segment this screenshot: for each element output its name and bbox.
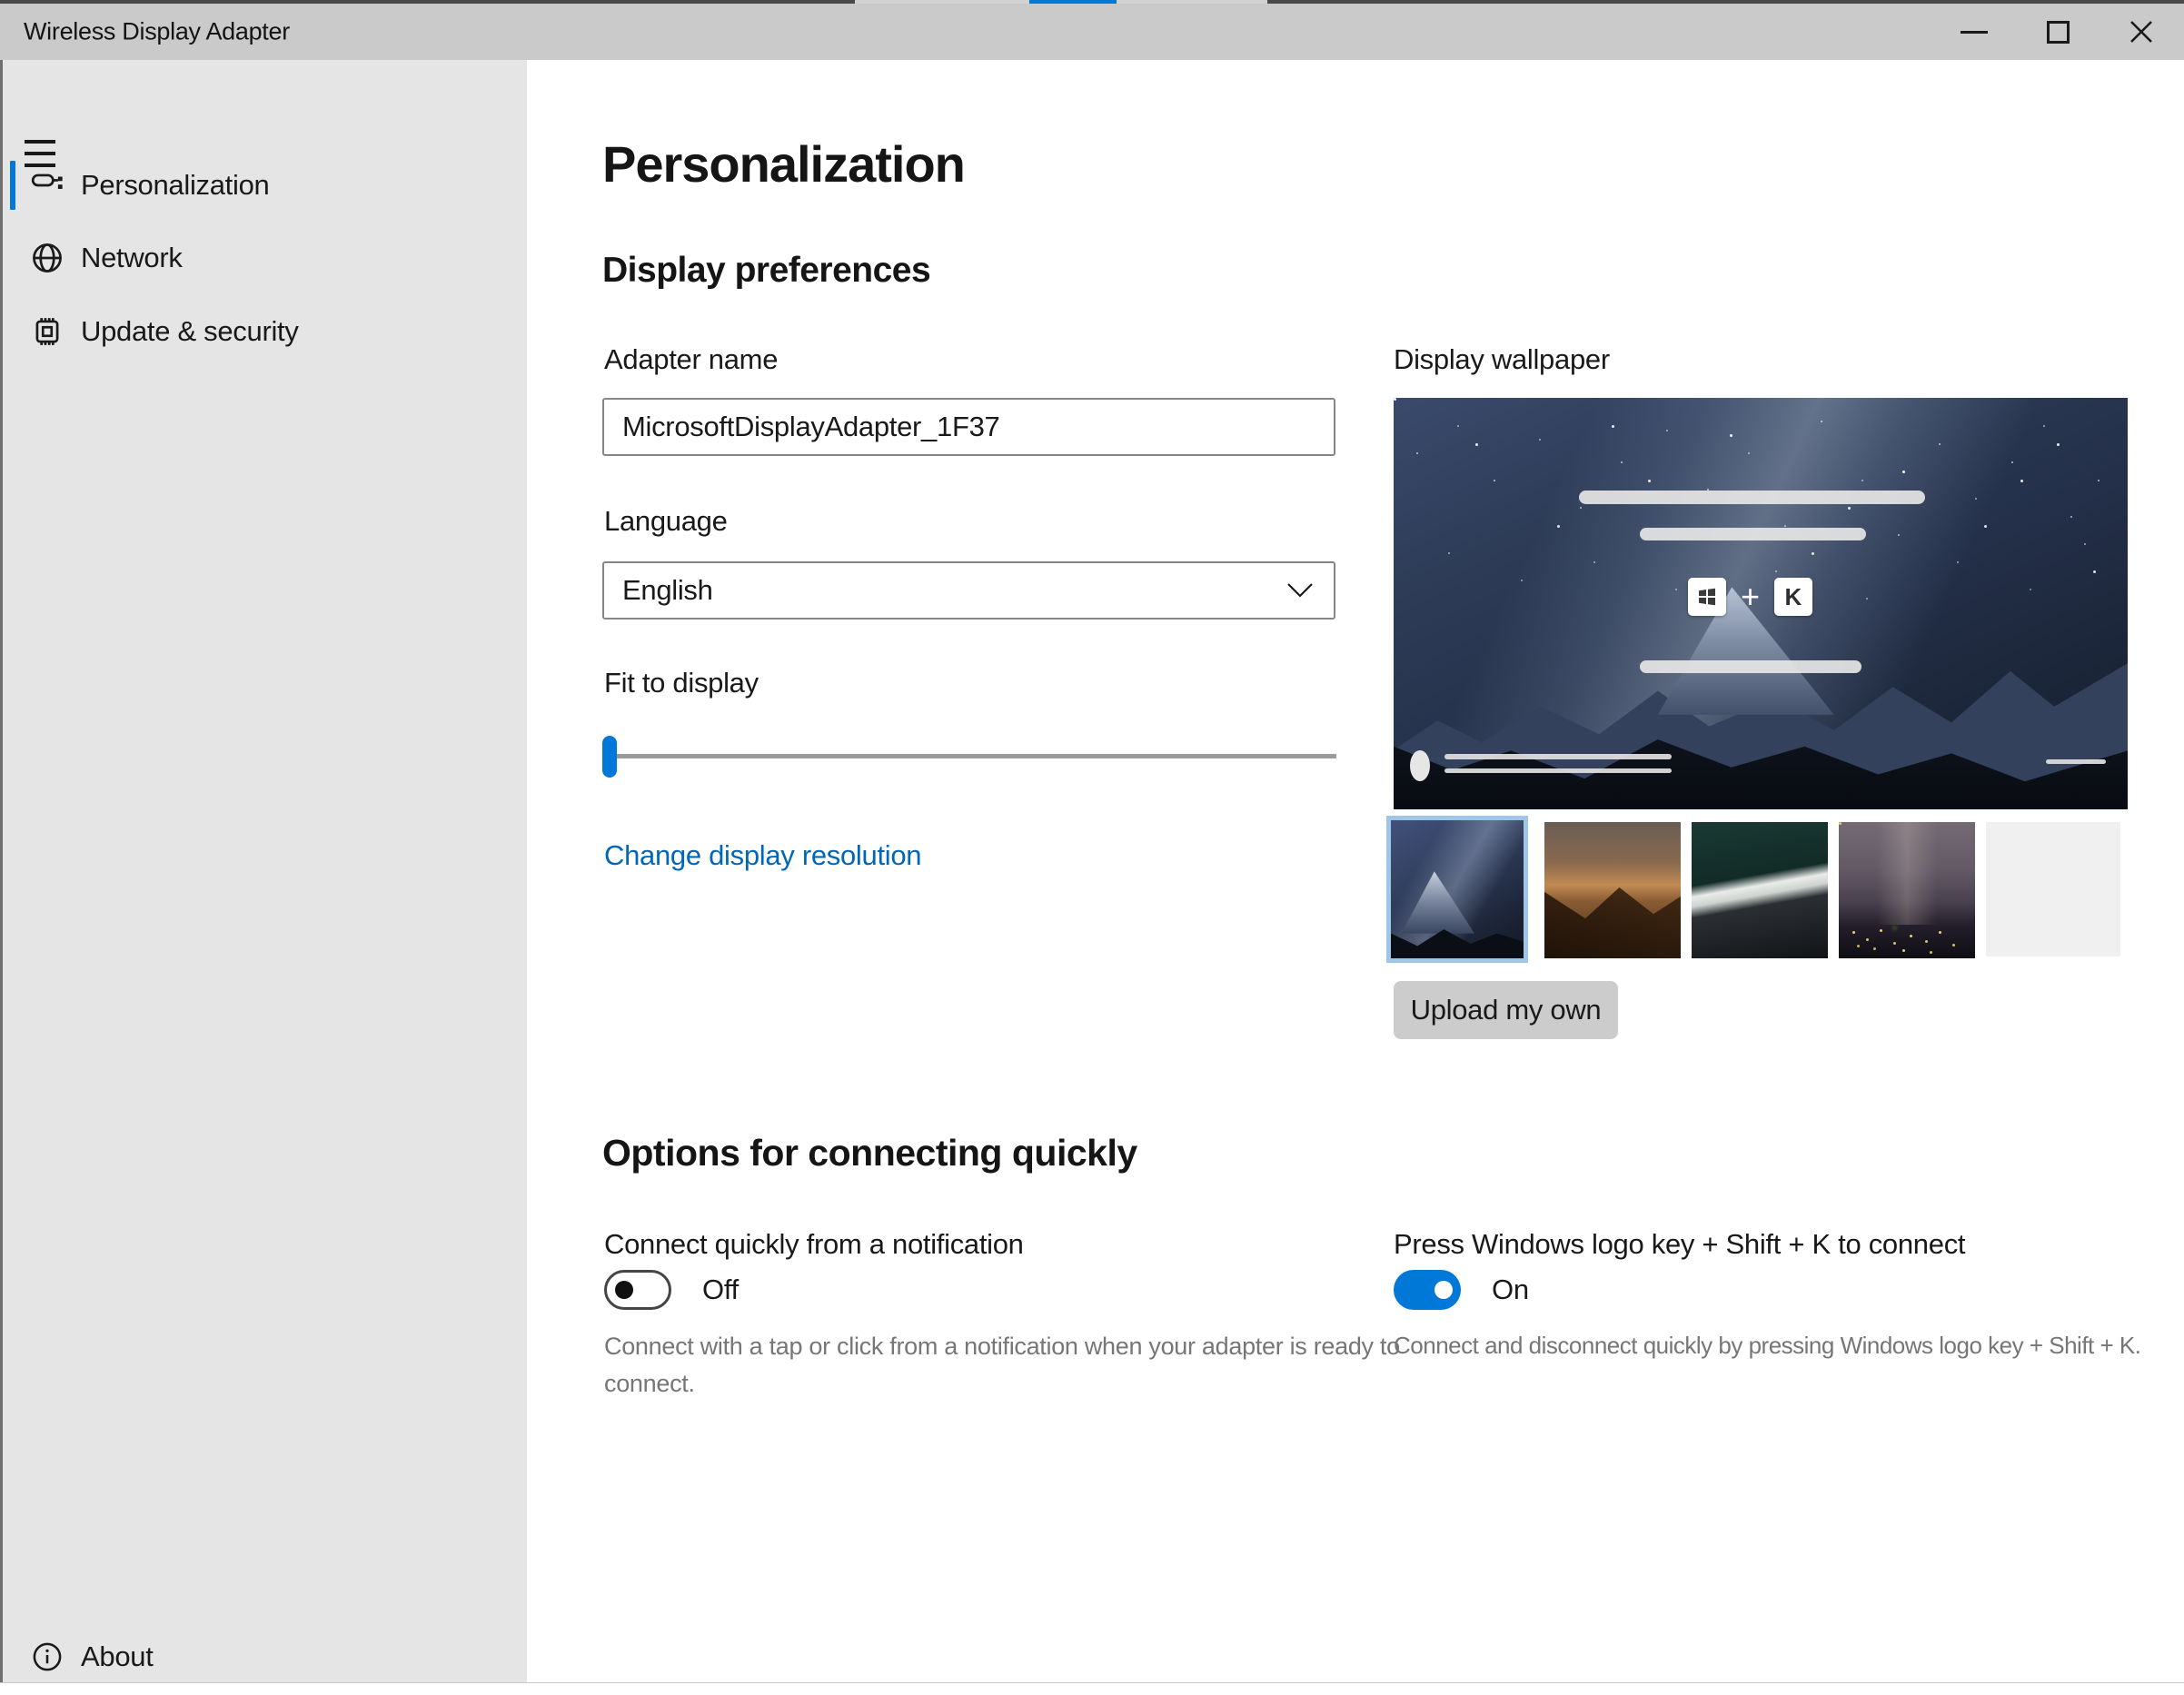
- selection-accent-bar: [10, 161, 15, 210]
- display-preferences-heading: Display preferences: [602, 251, 931, 290]
- wallpaper-thumbnail-night-sky-city[interactable]: [1839, 822, 1975, 958]
- notification-toggle-label: Connect quickly from a notification: [604, 1228, 1024, 1260]
- adapter-name-label: Adapter name: [604, 343, 779, 375]
- sidebar-item-personalization[interactable]: Personalization: [3, 156, 527, 214]
- adapter-name-input[interactable]: [602, 398, 1335, 456]
- stars: [1394, 398, 1396, 401]
- close-icon: [2130, 21, 2152, 43]
- sidebar: Personalization Network Update & securit…: [0, 60, 527, 1682]
- notification-toggle-state: Off: [702, 1274, 739, 1305]
- page-title: Personalization: [602, 135, 966, 193]
- upload-my-own-button[interactable]: Upload my own: [1394, 981, 1618, 1039]
- fit-to-display-slider-thumb[interactable]: [602, 736, 617, 778]
- minimize-icon: [1961, 30, 1988, 34]
- main-content: Personalization Display preferences Adap…: [527, 60, 2184, 1682]
- shortcut-toggle[interactable]: [1394, 1270, 1461, 1310]
- maximize-icon: [2046, 20, 2070, 44]
- wallpaper-thumbnail-blank[interactable]: [1986, 822, 2120, 957]
- paint-roller-icon: [30, 168, 65, 203]
- window-bottom-edge: [0, 1682, 2184, 1695]
- hamburger-icon: [25, 140, 55, 144]
- windows-key: [1688, 578, 1726, 616]
- app-window: { "window": { "title": "Wireless Display…: [0, 0, 2184, 1695]
- k-key-label: K: [1784, 582, 1802, 610]
- sidebar-item-about[interactable]: About: [3, 1628, 527, 1686]
- change-resolution-link[interactable]: Change display resolution: [604, 839, 922, 872]
- overlay-text-bar: [1640, 528, 1866, 540]
- wallpaper-thumbnail-ocean-wave[interactable]: [1692, 822, 1828, 958]
- plus-sign: +: [1741, 578, 1760, 615]
- toggle-knob: [615, 1281, 633, 1299]
- overlay-text-bar: [1579, 491, 1925, 504]
- wallpaper-thumbnail-starry-mountain-selected[interactable]: [1386, 816, 1528, 963]
- language-selected-value: English: [622, 574, 713, 606]
- sidebar-item-label: About: [81, 1640, 154, 1672]
- sidebar-item-network[interactable]: Network: [3, 229, 527, 287]
- sidebar-item-label: Update & security: [81, 315, 299, 347]
- chip-icon: [30, 314, 65, 349]
- info-icon: [30, 1640, 65, 1674]
- overlay-text-line: [1444, 754, 1672, 759]
- close-button[interactable]: [2110, 4, 2173, 60]
- wallpaper-thumbnail-sunset-valley[interactable]: [1544, 822, 1681, 958]
- notification-toggle[interactable]: [604, 1270, 671, 1310]
- title-bar: Wireless Display Adapter: [0, 4, 2184, 60]
- options-heading: Options for connecting quickly: [602, 1132, 1137, 1174]
- shortcut-keys-overlay: + K: [1688, 578, 1812, 616]
- shortcut-toggle-description: Connect and disconnect quickly by pressi…: [1394, 1332, 2141, 1359]
- language-label: Language: [604, 505, 728, 537]
- language-select[interactable]: English: [602, 561, 1335, 620]
- fit-to-display-label: Fit to display: [604, 667, 759, 699]
- sidebar-item-label: Network: [81, 242, 183, 273]
- notification-toggle-description: Connect with a tap or click from a notif…: [604, 1333, 1400, 1397]
- k-key: K: [1773, 578, 1812, 616]
- sidebar-item-update-security[interactable]: Update & security: [3, 302, 527, 361]
- toggle-knob: [1434, 1281, 1453, 1299]
- chevron-down-icon: [1286, 582, 1314, 599]
- display-wallpaper-label: Display wallpaper: [1394, 343, 1610, 375]
- overlay-avatar: [1410, 750, 1430, 781]
- overlay-text-line: [1444, 768, 1672, 773]
- wallpaper-preview: + K: [1394, 398, 2128, 809]
- shortcut-toggle-state: On: [1492, 1274, 1529, 1305]
- window-title: Wireless Display Adapter: [24, 17, 290, 45]
- minimize-button[interactable]: [1942, 4, 2006, 60]
- fit-to-display-slider-track[interactable]: [604, 754, 1336, 758]
- globe-icon: [30, 241, 65, 275]
- overlay-text-bar: [1640, 660, 1861, 673]
- maximize-button[interactable]: [2026, 4, 2090, 60]
- windows-logo-icon: [1699, 588, 1715, 606]
- shortcut-toggle-label: Press Windows logo key + Shift + K to co…: [1394, 1228, 1966, 1260]
- overlay-text-line: [2046, 759, 2106, 764]
- sidebar-item-label: Personalization: [81, 169, 270, 201]
